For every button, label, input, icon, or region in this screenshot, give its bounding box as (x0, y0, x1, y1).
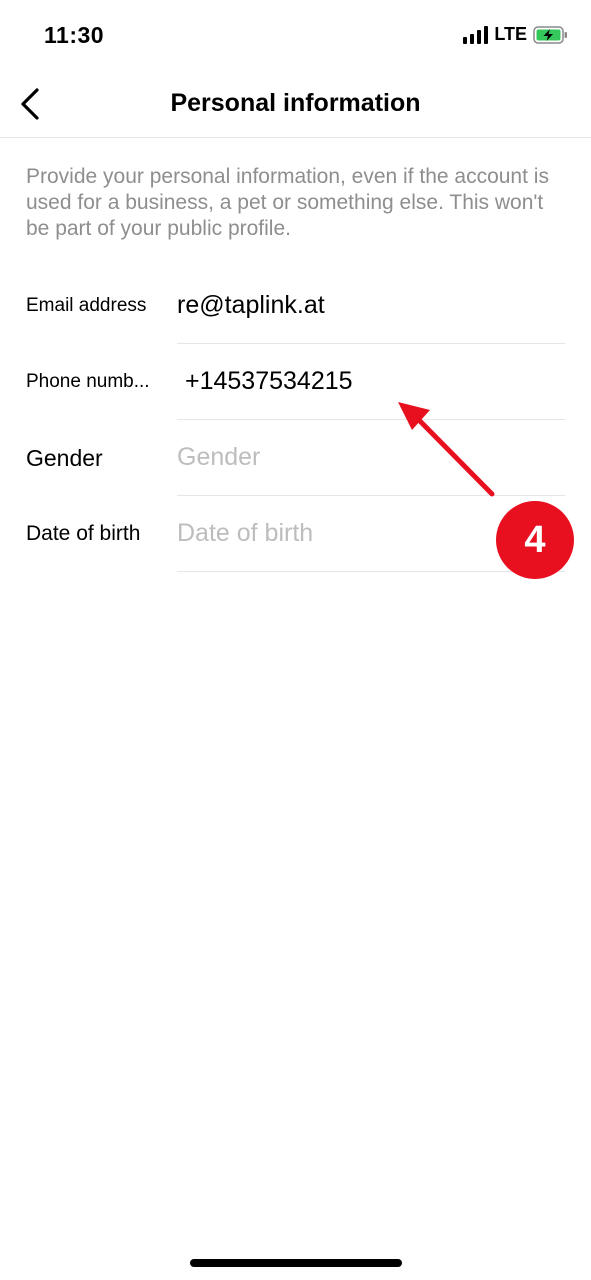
phone-row: Phone numb... +14537534215 (0, 344, 591, 420)
step-badge: 4 (496, 501, 574, 579)
nav-bar: Personal information (0, 72, 591, 138)
description-text: Provide your personal information, even … (26, 165, 549, 240)
gender-row: Gender Gender (0, 420, 591, 496)
status-indicators: LTE (463, 24, 569, 45)
phone-label: Phone numb... (26, 371, 150, 392)
signal-bars-icon (463, 25, 489, 44)
gender-label: Gender (26, 444, 103, 471)
email-row: Email address re@taplink.at (0, 268, 591, 344)
status-time: 11:30 (44, 22, 105, 48)
phone-field[interactable]: +14537534215 (177, 344, 565, 420)
battery-charging-icon (533, 25, 569, 45)
network-label: LTE (494, 24, 527, 44)
screen: 11:30 LTE Personal information Provide y… (0, 0, 591, 1280)
gender-field[interactable]: Gender (177, 420, 565, 496)
dob-label: Date of birth (26, 522, 141, 545)
email-field[interactable]: re@taplink.at (177, 268, 565, 344)
status-bar: 11:30 LTE (0, 0, 591, 72)
page-title: Personal information (170, 89, 421, 117)
email-label: Email address (26, 295, 147, 316)
home-indicator[interactable] (190, 1259, 402, 1267)
